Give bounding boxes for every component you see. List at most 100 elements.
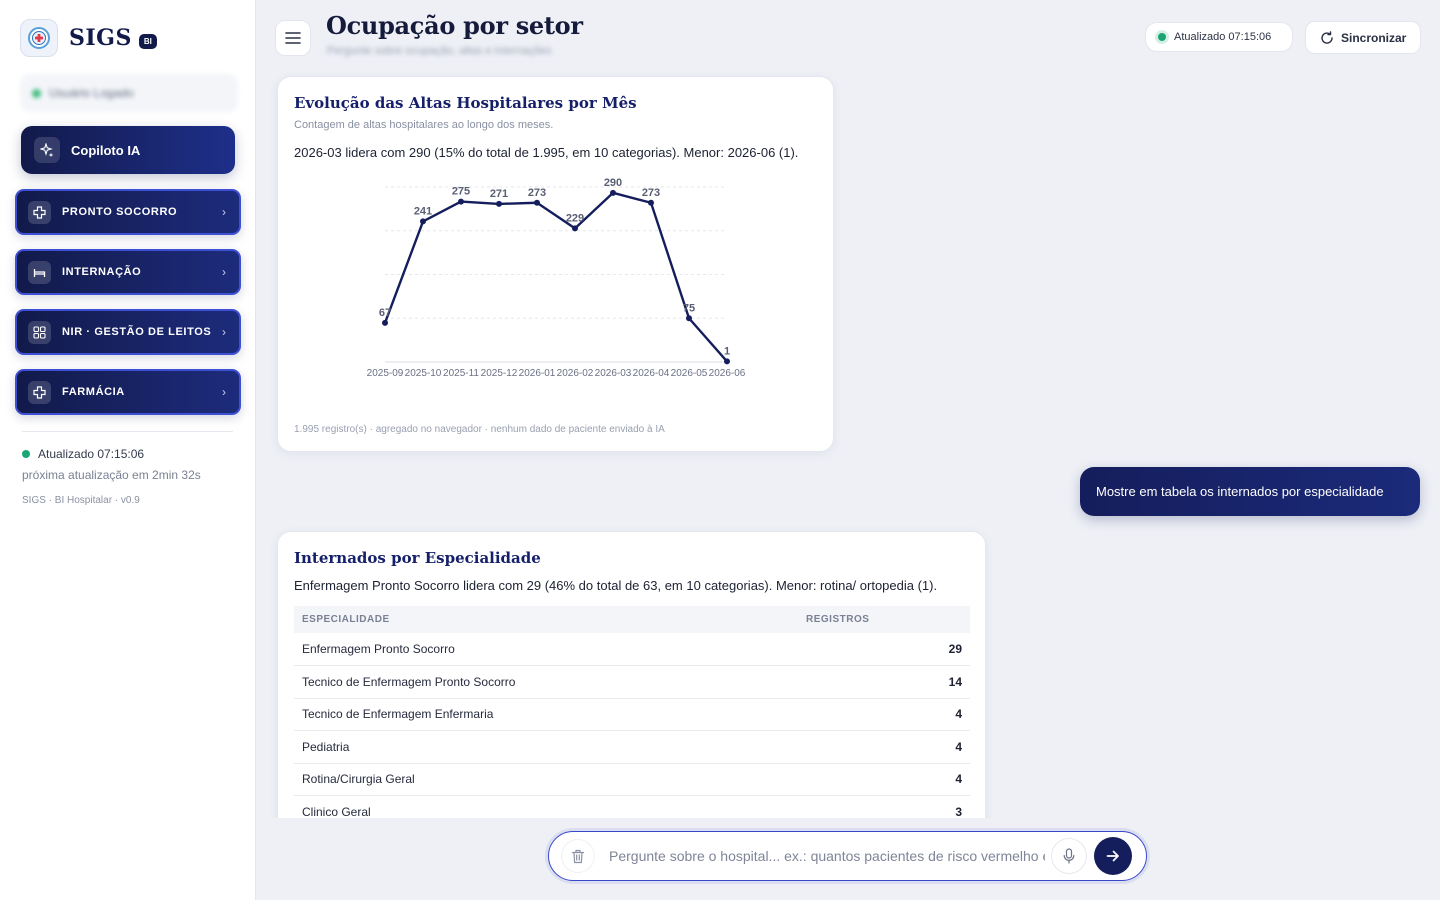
x-tick-label: 2025-11	[443, 368, 479, 379]
x-tick-label: 2026-06	[709, 368, 746, 379]
nav-item-label: INTERNAÇÃO	[62, 266, 142, 278]
x-tick-label: 2025-09	[367, 368, 404, 379]
status-dot	[1158, 33, 1166, 41]
clear-chat-button[interactable]	[561, 839, 595, 873]
data-point	[420, 218, 426, 225]
menu-toggle-button[interactable]	[275, 20, 311, 56]
hospital-logo-icon	[20, 19, 58, 57]
data-point	[610, 189, 616, 196]
data-label: 273	[528, 187, 546, 199]
x-tick-label: 2025-10	[405, 368, 442, 379]
data-point	[458, 198, 464, 205]
user-message-bubble: Mostre em tabela os internados por espec…	[1080, 467, 1420, 516]
nav-item-pronto-socorro[interactable]: PRONTO SOCORRO ›	[15, 189, 241, 235]
table-row[interactable]: Pediatria 4	[294, 730, 970, 764]
nav-item-label: PRONTO SOCORRO	[62, 206, 178, 218]
registros-cell: 4	[806, 763, 970, 796]
registros-cell: 3	[806, 795, 970, 818]
version-text: SIGS · BI Hospitalar · v0.9	[22, 495, 140, 506]
registros-cell: 14	[806, 665, 970, 699]
sync-button-label: Sincronizar	[1341, 30, 1407, 45]
data-point	[648, 199, 654, 206]
nav-item-internacao[interactable]: INTERNAÇÃO ›	[15, 249, 241, 295]
plus-cross-icon	[28, 200, 51, 224]
chevron-right-icon: ›	[222, 325, 226, 339]
updated-status-text: Atualizado 07:15:06	[1174, 31, 1272, 43]
refresh-icon	[1321, 30, 1333, 44]
nav-item-farmacia[interactable]: FARMÁCIA ›	[15, 369, 241, 415]
page-subtitle: Pergunte sobre ocupação, altas e interna…	[327, 45, 552, 57]
x-tick-label: 2026-05	[671, 368, 708, 379]
data-point	[496, 200, 502, 207]
data-label: 273	[642, 187, 660, 199]
copilot-ia-label: Copiloto IA	[71, 142, 141, 158]
chevron-right-icon: ›	[222, 265, 226, 279]
data-label: 75	[683, 302, 695, 314]
data-label: 290	[604, 177, 622, 189]
table-row[interactable]: Tecnico de Enfermagem Pronto Socorro 14	[294, 665, 970, 699]
chart-card-footer: 1.995 registro(s) · agregado no navegado…	[294, 424, 665, 435]
x-tick-label: 2025-12	[481, 368, 518, 379]
arrow-right-icon	[1106, 850, 1119, 862]
data-point	[686, 315, 692, 322]
brand-name: SIGS	[69, 25, 132, 51]
microphone-icon	[1063, 848, 1075, 864]
x-tick-label: 2026-02	[557, 368, 594, 379]
send-button[interactable]	[1094, 837, 1132, 875]
sidebar-status: Atualizado 07:15:06	[22, 447, 144, 461]
specialty-cell: Pediatria	[294, 730, 806, 764]
online-status-dot	[32, 88, 41, 98]
chart-card: Evolução das Altas Hospitalares por Mês …	[277, 76, 834, 452]
data-label: 67	[379, 307, 391, 319]
line-chart: 67 241 275 271 273 229 290 273 75 1 2025-09 2025-10…	[367, 177, 746, 379]
nav-item-label: FARMÁCIA	[62, 386, 125, 398]
next-update-text: próxima atualização em 2min 32s	[22, 468, 201, 482]
sync-button[interactable]: Sincronizar	[1305, 21, 1421, 54]
x-tick-label: 2026-03	[595, 368, 632, 379]
sidebar-status-text: Atualizado 07:15:06	[38, 447, 145, 461]
column-header-registros[interactable]: REGISTROS	[806, 606, 970, 633]
table-row[interactable]: Clinico Geral 3	[294, 795, 970, 818]
specialty-table: ESPECIALIDADE REGISTROS Enfermagem Pront…	[294, 606, 970, 818]
microphone-button[interactable]	[1051, 838, 1087, 874]
status-dot	[22, 450, 30, 458]
data-point	[382, 319, 388, 326]
x-tick-label: 2026-01	[519, 368, 556, 379]
data-label: 241	[414, 205, 432, 217]
chevron-right-icon: ›	[222, 385, 226, 399]
specialty-cell: Rotina/Cirurgia Geral	[294, 763, 806, 796]
chat-input[interactable]	[609, 848, 1045, 864]
data-label: 271	[490, 188, 508, 200]
data-label: 275	[452, 186, 470, 198]
table-card-insight: Enfermagem Pronto Socorro lidera com 29 …	[294, 578, 938, 593]
table-card: Internados por Especialidade Enfermagem …	[277, 531, 986, 818]
sidebar: SIGS BI Usuário Logado Copiloto IA PRONT…	[0, 0, 256, 900]
plus-cross-icon	[28, 380, 51, 404]
sparkles-icon	[34, 137, 60, 163]
table-row[interactable]: Rotina/Cirurgia Geral 4	[294, 763, 970, 796]
chevron-right-icon: ›	[222, 205, 226, 219]
x-tick-label: 2026-04	[633, 368, 670, 379]
nav-item-nir-gestao-leitos[interactable]: NIR · GESTÃO DE LEITOS ›	[15, 309, 241, 355]
copilot-ia-button[interactable]: Copiloto IA	[21, 126, 235, 174]
data-point	[724, 358, 730, 365]
column-header-especialidade[interactable]: ESPECIALIDADE	[294, 606, 806, 633]
bed-icon	[28, 260, 51, 284]
table-row[interactable]: Tecnico de Enfermagem Enfermaria 4	[294, 698, 970, 731]
sidebar-divider	[22, 431, 233, 432]
brand-badge: BI	[138, 33, 157, 49]
data-label: 229	[566, 212, 584, 224]
table-header-row: ESPECIALIDADE REGISTROS	[294, 606, 970, 633]
brand[interactable]: SIGS BI	[20, 19, 157, 57]
chat-area: Evolução das Altas Hospitalares por Mês …	[256, 70, 1440, 818]
trash-icon	[571, 849, 585, 863]
user-pill[interactable]: Usuário Logado	[20, 74, 238, 112]
specialty-cell: Enfermagem Pronto Socorro	[294, 633, 806, 666]
registros-cell: 29	[806, 633, 970, 666]
page-title: Ocupação por setor	[326, 11, 583, 40]
data-label: 1	[724, 345, 730, 357]
specialty-cell: Tecnico de Enfermagem Enfermaria	[294, 698, 806, 731]
specialty-cell: Clinico Geral	[294, 795, 806, 818]
table-row[interactable]: Enfermagem Pronto Socorro 29	[294, 633, 970, 666]
user-name: Usuário Logado	[49, 86, 134, 100]
